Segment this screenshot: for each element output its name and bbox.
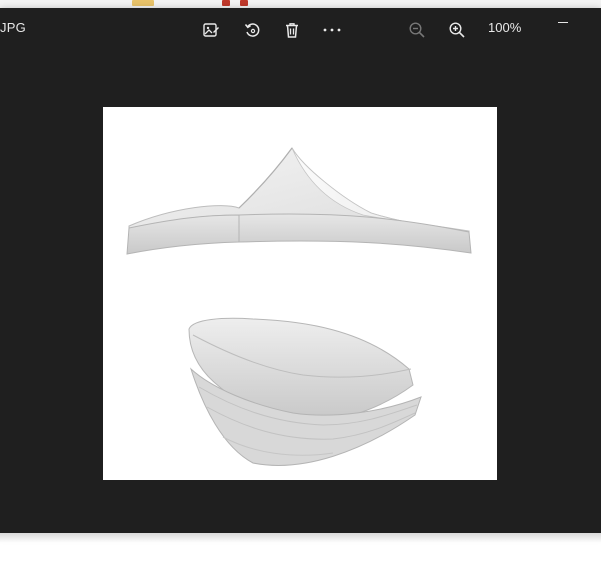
window-shadow bbox=[0, 533, 601, 543]
file-type-label: JPG bbox=[0, 20, 26, 35]
zoom-in-button[interactable] bbox=[443, 16, 471, 44]
more-options-icon bbox=[323, 28, 341, 32]
background-window-strip bbox=[0, 0, 601, 8]
displayed-photo bbox=[103, 107, 497, 480]
rotate-icon bbox=[244, 23, 260, 37]
more-options-button[interactable] bbox=[318, 16, 346, 44]
background-app-icon bbox=[222, 0, 230, 6]
zoom-out-icon bbox=[409, 22, 425, 38]
zoom-level-label[interactable]: 100% bbox=[488, 20, 521, 35]
zoom-out-button[interactable] bbox=[403, 16, 431, 44]
titlebar: JPG 100% bbox=[0, 8, 601, 48]
zoom-in-icon bbox=[449, 22, 465, 38]
tent-canopy-image bbox=[126, 147, 472, 466]
edit-image-icon bbox=[203, 23, 219, 37]
photo-viewer-window: JPG 100% bbox=[0, 8, 601, 533]
delete-button[interactable] bbox=[278, 16, 306, 44]
trash-icon bbox=[286, 23, 298, 38]
background-app-icon bbox=[132, 0, 154, 6]
rotate-button[interactable] bbox=[238, 16, 266, 44]
edit-image-button[interactable] bbox=[197, 16, 225, 44]
minimize-button[interactable] bbox=[552, 14, 576, 34]
image-canvas bbox=[0, 48, 601, 533]
background-app-icon bbox=[240, 0, 248, 6]
